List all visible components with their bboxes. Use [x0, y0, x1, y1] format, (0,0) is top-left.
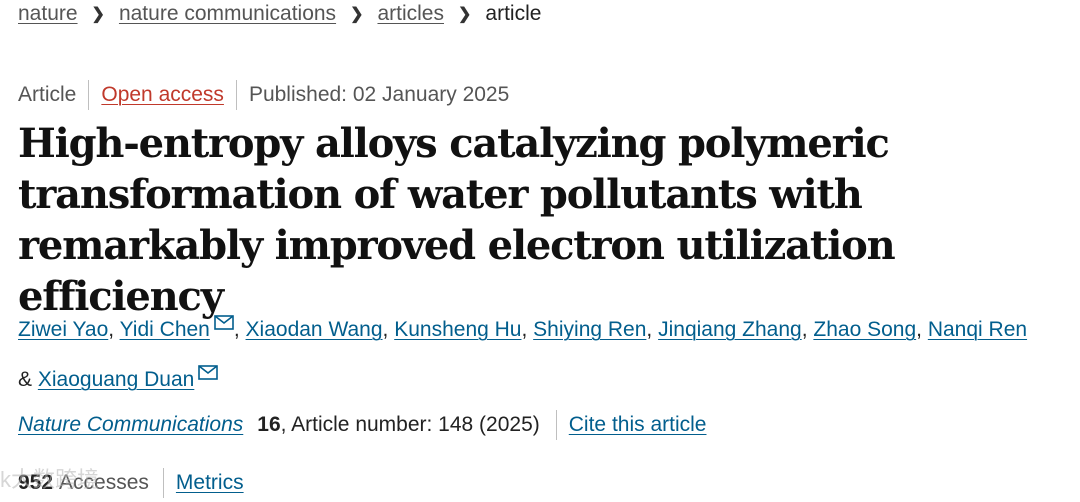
citation-line: Nature Communications 16 , Article numbe…	[18, 410, 706, 440]
author-link[interactable]: Zhao Song	[813, 318, 916, 341]
mail-icon[interactable]	[214, 302, 234, 346]
breadcrumb: nature ❯ nature communications ❯ article…	[18, 2, 541, 26]
article-meta: Article Open access Published: 02 Januar…	[18, 80, 509, 110]
article-title: High-entropy alloys catalyzing polymeric…	[18, 120, 896, 320]
author-link[interactable]: Shiying Ren	[533, 318, 646, 341]
author-separator: ,	[916, 318, 922, 341]
meta-divider	[88, 80, 90, 110]
volume-number: 16	[257, 413, 281, 436]
metrics-bar: 952 Accesses Metrics	[18, 468, 244, 498]
author-list: Ziwei Yao, Yidi Chen, Xiaodan Wang, Kuns…	[18, 302, 1078, 402]
author-link[interactable]: Yidi Chen	[120, 318, 210, 341]
chevron-right-icon: ❯	[91, 6, 105, 23]
author-separator: ,	[233, 318, 240, 341]
breadcrumb-articles[interactable]: articles	[377, 2, 444, 26]
author-link[interactable]: Xiaodan Wang	[246, 318, 383, 341]
accesses-count: 952	[18, 471, 54, 494]
author-link[interactable]: Xiaoguang Duan	[38, 368, 194, 391]
author-separator: ,	[801, 318, 808, 341]
citation-divider	[555, 410, 557, 440]
author-ampersand: &	[18, 368, 33, 391]
author-link[interactable]: Jinqiang Zhang	[658, 318, 802, 341]
cite-article-link[interactable]: Cite this article	[569, 413, 707, 437]
article-type: Article	[18, 83, 77, 106]
author-link[interactable]: Ziwei Yao	[18, 318, 108, 341]
accesses-label: Accesses	[59, 471, 149, 494]
breadcrumb-current: article	[485, 2, 542, 25]
author-separator: ,	[382, 318, 389, 341]
meta-divider	[235, 80, 237, 110]
author-link[interactable]: Kunsheng Hu	[394, 318, 521, 341]
chevron-right-icon: ❯	[350, 6, 364, 23]
article-number: , Article number: 148 (2025)	[280, 413, 540, 436]
author-separator: ,	[108, 318, 115, 341]
journal-link[interactable]: Nature Communications	[18, 413, 243, 437]
open-access-link[interactable]: Open access	[101, 83, 224, 107]
breadcrumb-nature-communications[interactable]: nature communications	[119, 2, 336, 26]
author-link[interactable]: Nanqi Ren	[928, 318, 1027, 341]
chevron-right-icon: ❯	[458, 6, 472, 23]
metrics-divider	[162, 468, 164, 498]
mail-icon[interactable]	[198, 352, 219, 396]
author-separator: ,	[646, 318, 653, 341]
author-separator: ,	[521, 318, 528, 341]
breadcrumb-nature[interactable]: nature	[18, 2, 78, 26]
published-date: Published: 02 January 2025	[248, 83, 510, 106]
metrics-link[interactable]: Metrics	[176, 471, 244, 495]
